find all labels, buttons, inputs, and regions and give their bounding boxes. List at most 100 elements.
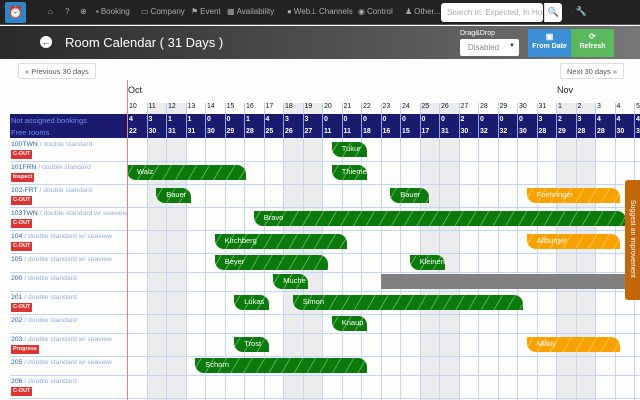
room-label[interactable]: 101FRN / double standard (11, 164, 91, 171)
not-assigned-value: 0 (380, 114, 401, 126)
booking-bar[interactable]: Lukas (234, 295, 270, 310)
room-number[interactable]: 200 (11, 275, 22, 282)
free-rooms-value: 28 (536, 126, 557, 138)
room-label[interactable]: 103TWN / double standard w/ seaview (11, 210, 127, 217)
booking-bar[interactable]: Trost (234, 337, 270, 352)
room-type: / double standard (22, 317, 77, 324)
day-header[interactable]: 15 (224, 103, 245, 114)
day-header[interactable]: 21 (341, 103, 362, 114)
row-divider (10, 356, 640, 357)
room-label[interactable]: 205 / double standard w/ seaview (11, 359, 112, 366)
room-number[interactable]: 103TWN (11, 210, 38, 217)
room-number[interactable]: 206 (11, 378, 22, 385)
day-header[interactable]: 26 (439, 103, 459, 114)
not-assigned-value: 0 (400, 114, 420, 126)
status-badge: Inspect (11, 173, 35, 182)
booking-bar[interactable]: Thieme (331, 165, 367, 180)
not-assigned-value: 0 (361, 114, 381, 126)
free-rooms-value: 16 (380, 126, 401, 138)
booking-bar[interactable]: Simon (292, 295, 523, 310)
room-label[interactable]: 200 / double standard (11, 275, 77, 282)
booking-bar[interactable]: Kleinert (409, 255, 445, 270)
room-number[interactable]: 205 (11, 359, 22, 366)
room-label[interactable]: 201 / double standard (11, 294, 77, 301)
free-rooms-value: 31 (439, 126, 459, 138)
day-header[interactable]: 23 (380, 103, 401, 114)
day-header[interactable]: 27 (458, 103, 479, 114)
day-header[interactable]: 16 (244, 103, 264, 114)
day-header[interactable]: 19 (302, 103, 323, 114)
booking-bar[interactable]: Milloy (526, 337, 621, 352)
room-label[interactable]: 100TWN / double standard (11, 141, 92, 148)
not-assigned-value: 0 (419, 114, 440, 126)
row-divider (10, 375, 640, 376)
suggest-improvement-tab[interactable]: Suggest an improvement (625, 180, 640, 300)
not-assigned-label: Not assigned bookings (11, 116, 87, 125)
status-badge: Progress (11, 345, 39, 354)
day-header[interactable]: 3 (595, 103, 615, 114)
booking-bar[interactable]: Bravo (253, 211, 627, 226)
day-header[interactable]: 17 (263, 103, 284, 114)
booking-bar[interactable]: Bauer (156, 188, 192, 203)
day-header[interactable]: 13 (185, 103, 206, 114)
day-header[interactable]: 29 (497, 103, 518, 114)
booking-bar[interactable]: Schorn (195, 358, 367, 373)
day-header[interactable]: 28 (478, 103, 498, 114)
month-label: Oct (128, 85, 143, 95)
day-header[interactable]: 14 (205, 103, 225, 114)
room-type: / double standard (22, 294, 77, 301)
booking-bar[interactable]: Allburger (526, 234, 621, 249)
room-label[interactable]: 203 / double standard w/ seaview (11, 336, 112, 343)
day-header[interactable]: 11 (146, 103, 167, 114)
booking-bar[interactable]: Muche (273, 274, 309, 289)
room-type: / double standard (37, 141, 93, 148)
room-number[interactable]: 202 (11, 317, 22, 324)
room-number[interactable]: 203 (11, 336, 22, 343)
room-number[interactable]: 104 (11, 233, 22, 240)
not-assigned-value: 1 (244, 114, 264, 126)
day-header[interactable]: 10 (127, 103, 147, 114)
room-number[interactable]: 100TWN (11, 141, 38, 148)
not-assigned-value: 0 (341, 114, 362, 126)
booking-bar[interactable]: Kirchberg (214, 234, 348, 249)
room-label[interactable]: 206 / double standard (11, 378, 77, 385)
room-number[interactable]: 201 (11, 294, 22, 301)
row-divider (10, 161, 640, 162)
free-rooms-value: 28 (244, 126, 264, 138)
room-label[interactable]: 104 / double standard w/ seaview (11, 233, 112, 240)
room-label[interactable]: 202 / double standard (11, 317, 77, 324)
room-calendar-grid: 10 11 12 13 14 15 16 17 18 19 20 21 22 23 24 25 26 27 28 29… (0, 0, 640, 400)
room-type: / double standard w/ seaview (22, 233, 112, 240)
not-assigned-value: 3 (283, 114, 303, 126)
day-header[interactable]: 31 (536, 103, 557, 114)
blocked-period[interactable] (380, 274, 640, 289)
booking-bar[interactable]: Walz (127, 165, 246, 180)
booking-bar[interactable]: Tukur (331, 142, 367, 157)
day-header[interactable]: 5 (634, 103, 640, 114)
booking-bar[interactable]: Knaup (331, 316, 367, 331)
room-label[interactable]: 105 / double standard w/ seaview (11, 256, 112, 263)
room-number[interactable]: 101FRN (11, 164, 36, 171)
free-rooms-value: 28 (575, 126, 596, 138)
day-header[interactable]: 25 (419, 103, 440, 114)
day-header[interactable]: 20 (322, 103, 342, 114)
day-header[interactable]: 4 (614, 103, 635, 114)
day-header[interactable]: 22 (361, 103, 381, 114)
not-assigned-value: 4 (595, 114, 615, 126)
not-assigned-value: 0 (224, 114, 245, 126)
free-rooms-value: 30 (614, 126, 635, 138)
day-header[interactable]: 12 (166, 103, 186, 114)
room-label[interactable]: 102-FRT / double standard (11, 187, 92, 194)
row-divider (10, 253, 640, 254)
booking-bar[interactable]: Beyer (214, 255, 328, 270)
room-number[interactable]: 102-FRT (11, 187, 38, 194)
day-header[interactable]: 18 (283, 103, 303, 114)
room-number[interactable]: 105 (11, 256, 22, 263)
booking-bar[interactable]: Bauer (390, 188, 430, 203)
free-rooms-value: 28 (595, 126, 615, 138)
day-header[interactable]: 1 (556, 103, 576, 114)
day-header[interactable]: 30 (517, 103, 537, 114)
day-header[interactable]: 24 (400, 103, 420, 114)
booking-bar[interactable]: Foehringer (526, 188, 621, 203)
day-header[interactable]: 2 (575, 103, 596, 114)
